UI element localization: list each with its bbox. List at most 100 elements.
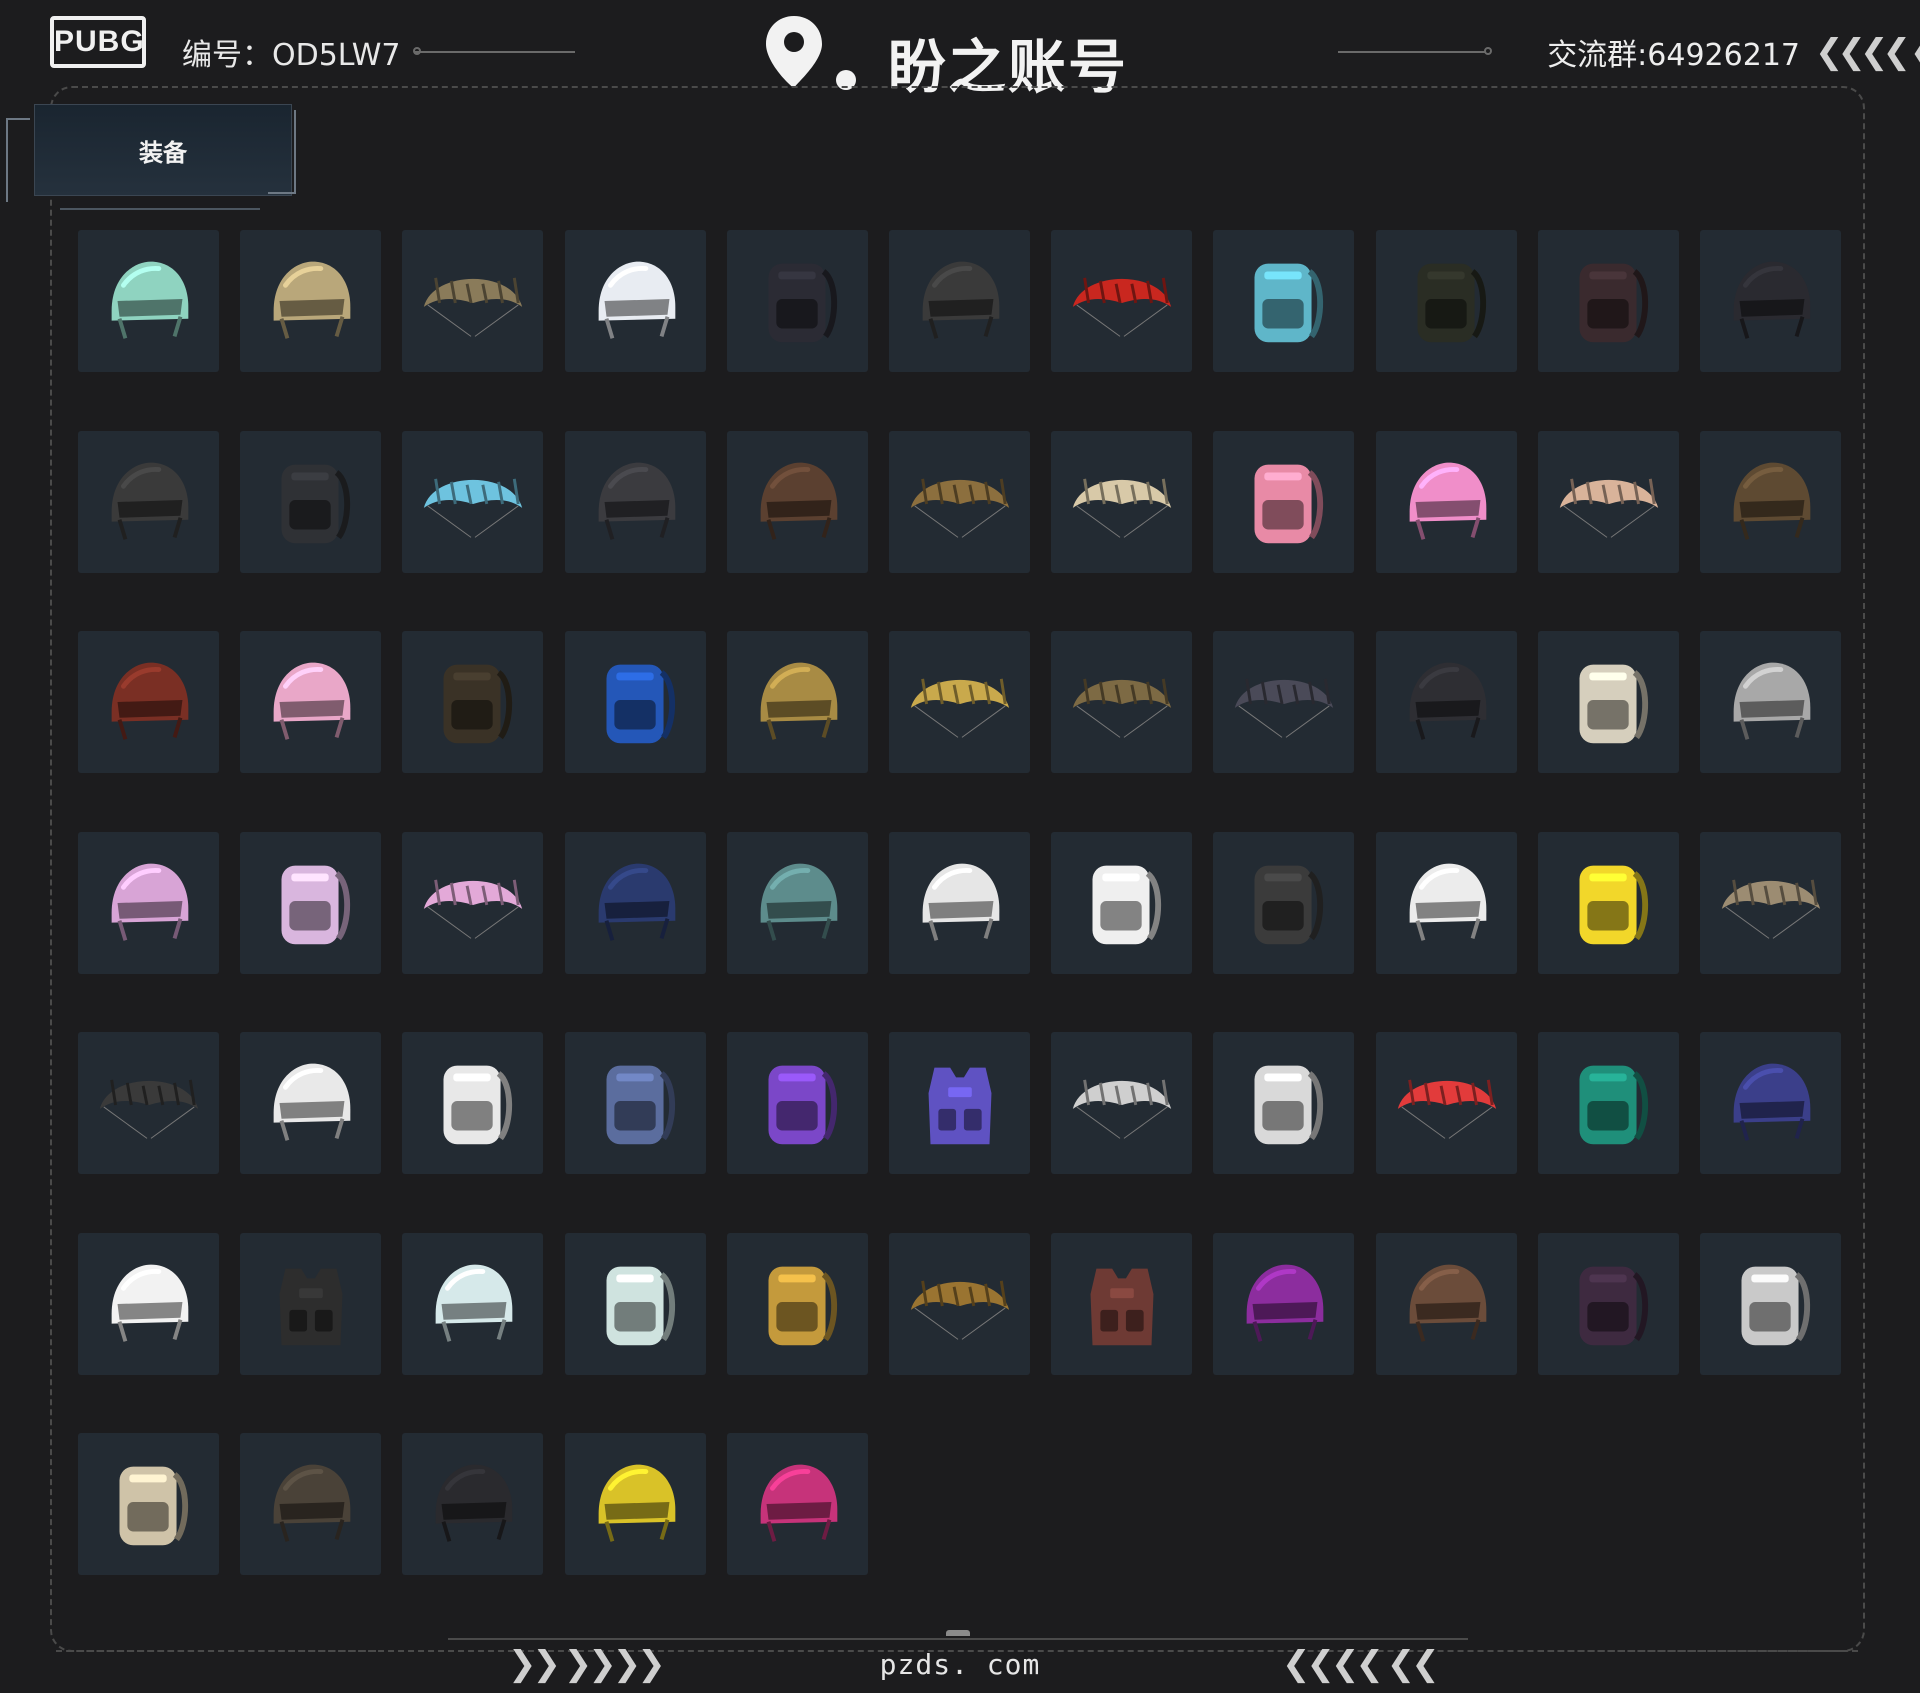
backpack-icon [768, 1065, 837, 1145]
backpack-icon [281, 865, 350, 945]
item-tile[interactable] [1213, 832, 1354, 974]
item-tile[interactable] [1051, 431, 1192, 573]
item-tile[interactable] [78, 1233, 219, 1375]
item-tile[interactable] [1538, 832, 1679, 974]
item-tile[interactable] [1700, 832, 1841, 974]
item-tile[interactable] [402, 1233, 543, 1375]
item-tile[interactable] [402, 230, 543, 372]
item-tile[interactable] [727, 631, 868, 773]
footer-tick [946, 1630, 970, 1636]
footer-domain: pzds. com [879, 1648, 1041, 1681]
item-tile[interactable] [1376, 832, 1517, 974]
item-tile[interactable] [1213, 1032, 1354, 1174]
backpack-icon [768, 263, 837, 343]
decor-dot [1484, 47, 1492, 55]
item-tile[interactable] [565, 431, 706, 573]
item-tile[interactable] [727, 230, 868, 372]
item-tile[interactable] [1051, 1032, 1192, 1174]
item-tile[interactable] [240, 230, 381, 372]
item-tile[interactable] [727, 431, 868, 573]
item-tile[interactable] [1538, 431, 1679, 573]
item-tile[interactable] [78, 1433, 219, 1575]
item-tile[interactable] [1376, 1032, 1517, 1174]
item-tile[interactable] [402, 431, 543, 573]
item-tile[interactable] [240, 431, 381, 573]
item-tile[interactable] [78, 230, 219, 372]
item-tile[interactable] [240, 832, 381, 974]
item-tile[interactable] [1700, 230, 1841, 372]
item-tile[interactable] [78, 631, 219, 773]
item-tile[interactable] [1051, 631, 1192, 773]
item-tile[interactable] [1376, 631, 1517, 773]
helmet-icon [111, 662, 188, 740]
item-tile[interactable] [1213, 431, 1354, 573]
location-pin-icon [766, 16, 822, 88]
item-tile[interactable] [565, 1032, 706, 1174]
helmet-icon [111, 462, 188, 540]
item-tile[interactable] [727, 1032, 868, 1174]
item-tile[interactable] [727, 832, 868, 974]
item-tile[interactable] [1051, 832, 1192, 974]
item-tile[interactable] [1538, 230, 1679, 372]
helmet-icon [598, 462, 675, 540]
tab-equipment[interactable]: 装备 [34, 104, 292, 196]
parachute-icon [1559, 478, 1658, 538]
item-tile[interactable] [402, 1433, 543, 1575]
item-tile[interactable] [402, 832, 543, 974]
backpack-icon [443, 1065, 512, 1145]
item-tile[interactable] [240, 631, 381, 773]
parachute-icon [1072, 478, 1171, 538]
item-tile[interactable] [889, 431, 1030, 573]
item-tile[interactable] [565, 230, 706, 372]
backpack-icon [1579, 263, 1648, 343]
item-tile[interactable] [1538, 631, 1679, 773]
account-serial: 编号：OD5LW7 [182, 30, 401, 74]
item-tile[interactable] [889, 230, 1030, 372]
item-tile[interactable] [565, 631, 706, 773]
helmet-icon [435, 1464, 512, 1542]
item-tile[interactable] [1376, 230, 1517, 372]
item-tile[interactable] [240, 1233, 381, 1375]
item-tile[interactable] [1700, 631, 1841, 773]
group-label: 交流群: [1547, 38, 1648, 73]
item-tile[interactable] [1376, 1233, 1517, 1375]
item-tile[interactable] [1051, 230, 1192, 372]
item-tile[interactable] [78, 832, 219, 974]
helmet-icon [1733, 462, 1810, 540]
item-tile[interactable] [1051, 1233, 1192, 1375]
item-tile[interactable] [727, 1233, 868, 1375]
item-tile[interactable] [1213, 1233, 1354, 1375]
helmet-icon [273, 261, 350, 339]
item-tile[interactable] [1700, 431, 1841, 573]
serial-label: 编号： [182, 38, 272, 73]
backpack-icon [1254, 1065, 1323, 1145]
item-tile[interactable] [889, 832, 1030, 974]
item-tile[interactable] [240, 1433, 381, 1575]
item-tile[interactable] [78, 1032, 219, 1174]
item-tile[interactable] [889, 1032, 1030, 1174]
item-tile[interactable] [402, 631, 543, 773]
item-tile[interactable] [727, 1433, 868, 1575]
backpack-icon [1092, 865, 1161, 945]
item-tile[interactable] [1376, 431, 1517, 573]
item-tile[interactable] [565, 1433, 706, 1575]
item-tile[interactable] [565, 1233, 706, 1375]
helmet-icon [1409, 863, 1486, 941]
backpack-icon [1579, 664, 1648, 744]
item-tile[interactable] [565, 832, 706, 974]
item-tile[interactable] [1538, 1032, 1679, 1174]
helmet-icon [922, 261, 999, 339]
item-tile[interactable] [1700, 1233, 1841, 1375]
item-tile[interactable] [78, 431, 219, 573]
helmet-icon [1409, 662, 1486, 740]
item-tile[interactable] [889, 1233, 1030, 1375]
item-tile[interactable] [1213, 631, 1354, 773]
item-tile[interactable] [240, 1032, 381, 1174]
item-tile[interactable] [1213, 230, 1354, 372]
backpack-icon [1254, 464, 1323, 544]
item-tile[interactable] [889, 631, 1030, 773]
item-tile[interactable] [402, 1032, 543, 1174]
backpack-icon [1579, 1065, 1648, 1145]
item-tile[interactable] [1700, 1032, 1841, 1174]
item-tile[interactable] [1538, 1233, 1679, 1375]
